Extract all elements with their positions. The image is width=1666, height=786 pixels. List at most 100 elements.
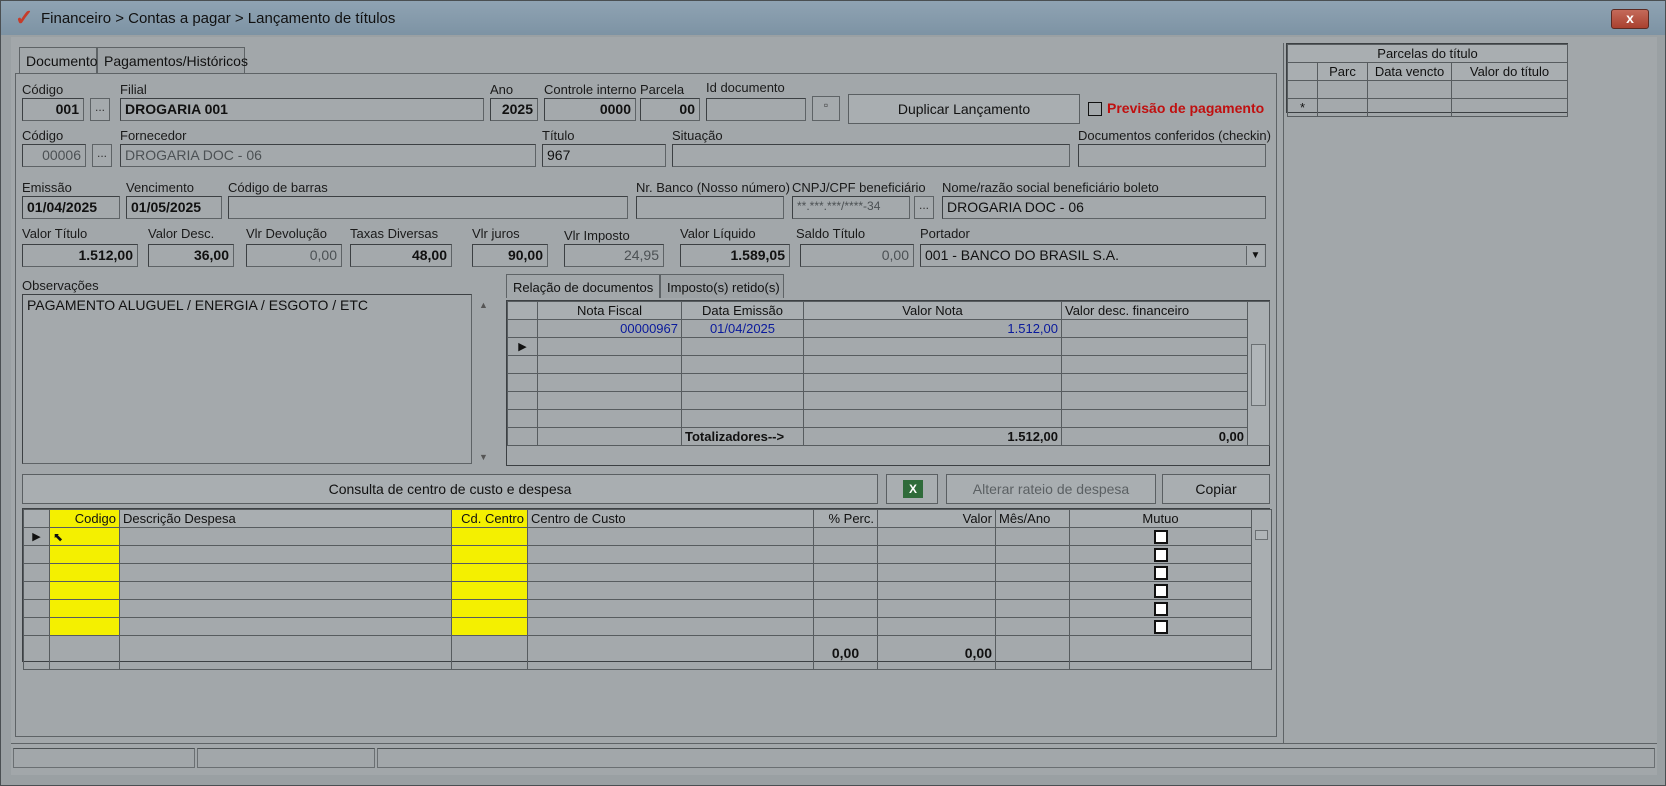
tab-relacao-documentos[interactable]: Relação de documentos [506,274,660,298]
cnpj-browse-button[interactable]: ... [914,196,934,219]
header-codigo[interactable]: Codigo [49,509,120,528]
vencimento-field[interactable]: 01/05/2025 [126,196,222,219]
tab-impostos-retidos[interactable]: Imposto(s) retido(s) [660,274,784,298]
controle-interno-field[interactable]: 0000 [544,98,636,121]
previsao-checkbox[interactable] [1088,100,1102,116]
header-valor-titulo[interactable]: Valor do título [1450,62,1569,81]
duplicar-lancamento-button[interactable]: Duplicar Lançamento [848,94,1080,124]
new-row-icon: * [1287,98,1318,117]
cell-nota-fiscal[interactable]: 00000967 [537,319,682,338]
table-row[interactable] [23,545,1272,564]
expense-grid: Codigo Descrição Despesa Cd. Centro Cent… [22,508,1272,670]
emissao-field[interactable]: 01/04/2025 [22,196,120,219]
codigo-barras-field[interactable] [228,196,628,219]
docs-conferidos-field[interactable] [1078,144,1266,167]
table-row[interactable]: * [1287,98,1569,117]
valor-desc-field[interactable]: 36,00 [148,244,234,267]
header-parc[interactable]: Parc [1317,62,1368,81]
close-button[interactable]: x [1611,9,1649,29]
header-data-emissao[interactable]: Data Emissão [681,301,804,320]
label-valor-liquido: Valor Líquido [680,226,756,241]
header-valor-desc-financeiro[interactable]: Valor desc. financeiro [1061,301,1248,320]
mutuo-checkbox[interactable] [1153,584,1168,599]
header-centro-custo[interactable]: Centro de Custo [527,509,814,528]
table-row[interactable] [1287,80,1569,99]
mutuo-checkbox[interactable] [1153,602,1168,617]
window-title: Financeiro > Contas a pagar > Lançamento… [41,10,396,27]
table-row[interactable] [507,409,1270,428]
label-ano: Ano [490,82,514,97]
scroll-down-icon[interactable]: ▼ [479,452,488,462]
label-emissao: Emissão [22,180,72,195]
valor-liquido-field[interactable]: 1.589,05 [680,244,790,267]
scroll-up-icon[interactable]: ▲ [479,300,488,310]
valor-titulo-field[interactable]: 1.512,00 [22,244,138,267]
copiar-button[interactable]: Copiar [1162,474,1270,504]
mutuo-checkbox[interactable] [1153,530,1168,545]
header-mes-ano[interactable]: Mês/Ano [995,509,1070,528]
status-segment [377,748,1655,768]
table-row[interactable] [23,599,1272,618]
codigo-field[interactable]: 001 [22,98,84,121]
vlr-devolucao-field[interactable]: 0,00 [246,244,342,267]
codigo-fornecedor-field[interactable]: 00006 [22,144,86,167]
alterar-rateio-button[interactable]: Alterar rateio de despesa [946,474,1156,504]
header-valor-nota[interactable]: Valor Nota [803,301,1062,320]
table-row[interactable]: ▶ [507,337,1270,356]
parcela-field[interactable]: 00 [640,98,700,121]
saldo-titulo-field[interactable]: 0,00 [800,244,914,267]
mutuo-checkbox[interactable] [1153,548,1168,563]
vlr-imposto-field[interactable]: 24,95 [564,244,664,267]
header-data-vencto[interactable]: Data vencto [1367,62,1452,81]
status-segment [13,748,195,768]
documents-grid-scrollbar[interactable] [1247,301,1270,446]
table-row[interactable]: 00000967 01/04/2025 1.512,00 [507,319,1270,338]
table-row[interactable] [507,391,1270,410]
cell-data-emissao[interactable]: 01/04/2025 [681,319,804,338]
mutuo-checkbox[interactable] [1153,620,1168,635]
expense-grid-scrollbar[interactable] [1251,509,1272,670]
label-docs-conferidos: Documentos conferidos (checkin) [1078,128,1271,143]
observacoes-textarea[interactable]: PAGAMENTO ALUGUEL / ENERGIA / ESGOTO / E… [22,294,472,464]
export-excel-button[interactable]: X [886,474,938,504]
table-row[interactable] [23,581,1272,600]
table-row[interactable] [23,563,1272,582]
nr-banco-field[interactable] [636,196,784,219]
label-fornecedor: Fornecedor [120,128,187,143]
expense-totals-row: 0,00 0,00 [23,635,1272,670]
observacoes-scrollbar[interactable]: ▲ ▼ [478,296,490,464]
ano-field[interactable]: 2025 [490,98,538,121]
image-button[interactable]: ▫ [812,96,840,121]
documents-totals-row: Totalizadores--> 1.512,00 0,00 [507,427,1270,446]
consulta-centro-custo-button[interactable]: Consulta de centro de custo e despesa [22,474,878,504]
cell-valor-desc[interactable] [1061,319,1248,338]
taxas-diversas-field[interactable]: 48,00 [350,244,452,267]
codigo-browse-button[interactable]: ... [90,98,110,121]
tab-pagamentos-historicos[interactable]: Pagamentos/Históricos [97,47,248,73]
table-row[interactable] [507,373,1270,392]
fornecedor-browse-button[interactable]: ... [92,144,112,167]
id-documento-field[interactable] [706,98,806,121]
label-taxas-diversas: Taxas Diversas [350,226,439,241]
filial-field[interactable]: DROGARIA 001 [120,98,484,121]
header-perc[interactable]: % Perc. [813,509,878,528]
header-descricao-despesa[interactable]: Descrição Despesa [119,509,452,528]
table-row[interactable]: ▶ ⬉ [23,527,1272,546]
titulo-field[interactable]: 967 [542,144,666,167]
header-mutuo[interactable]: Mutuo [1069,509,1252,528]
fornecedor-field[interactable]: DROGARIA DOC - 06 [120,144,536,167]
nome-beneficiario-field[interactable]: DROGARIA DOC - 06 [942,196,1266,219]
header-valor[interactable]: Valor [877,509,996,528]
cnpj-field[interactable]: **.***.***/****-34 [792,196,910,219]
table-row[interactable] [507,355,1270,374]
header-nota-fiscal[interactable]: Nota Fiscal [537,301,682,320]
portador-select[interactable]: 001 - BANCO DO BRASIL S.A. [920,244,1266,267]
header-cd-centro[interactable]: Cd. Centro [451,509,528,528]
cell-valor-nota[interactable]: 1.512,00 [803,319,1062,338]
mutuo-checkbox[interactable] [1153,566,1168,581]
chevron-down-icon[interactable]: ▼ [1246,246,1264,265]
tab-documento[interactable]: Documento [19,47,98,73]
vlr-juros-field[interactable]: 90,00 [472,244,548,267]
table-row[interactable] [23,617,1272,636]
situacao-field[interactable] [672,144,1070,167]
